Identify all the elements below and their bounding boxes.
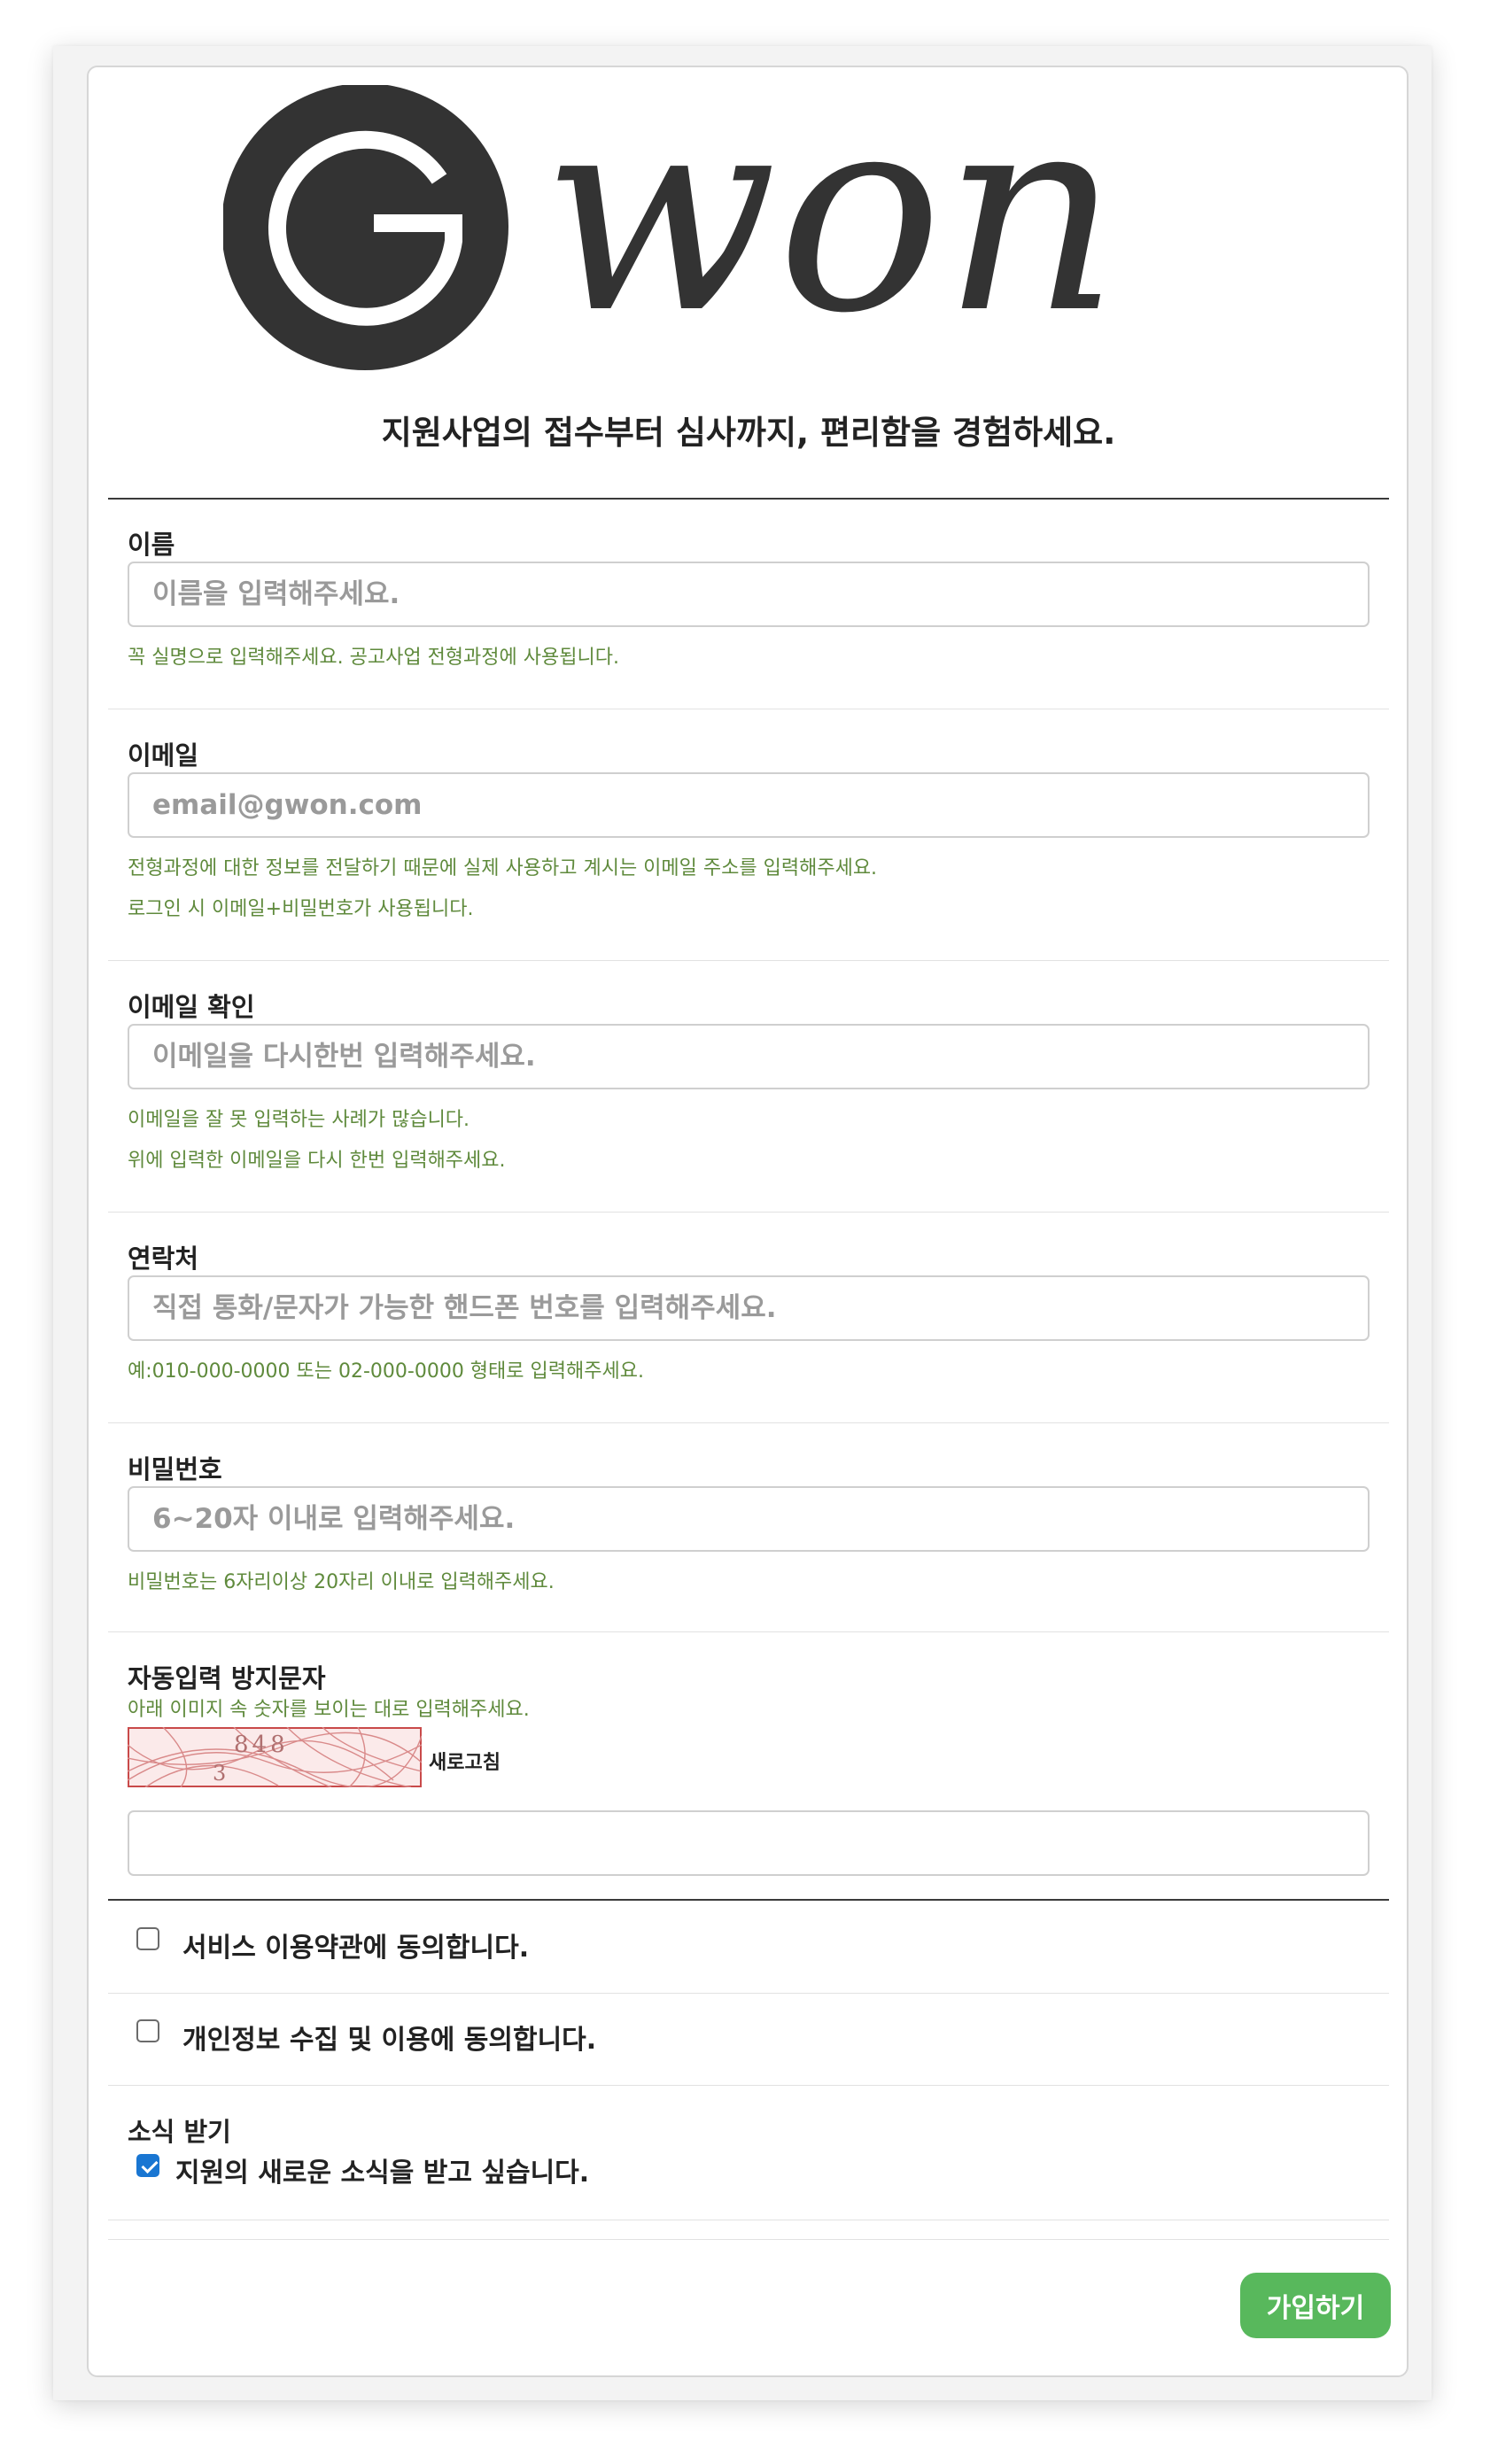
terms-checkbox[interactable] xyxy=(136,1927,159,1950)
captcha-digits: 848 xyxy=(234,1732,289,1758)
captcha-image: 848 3 xyxy=(128,1727,422,1787)
privacy-checkbox[interactable] xyxy=(136,2019,159,2042)
signup-submit-button[interactable]: 가입하기 xyxy=(1240,2273,1391,2338)
header-divider xyxy=(108,498,1389,500)
email-help-1: 전형과정에 대한 정보를 전달하기 때문에 실제 사용하고 계시는 이메일 주소… xyxy=(128,857,878,879)
name-input[interactable] xyxy=(128,562,1370,627)
newsletter-checkbox[interactable] xyxy=(136,2154,159,2177)
section-divider xyxy=(108,1631,1389,1632)
captcha-refresh-button[interactable]: 새로고침 xyxy=(429,1747,501,1775)
section-divider xyxy=(108,2085,1389,2086)
password-help: 비밀번호는 6자리이상 20자리 이내로 입력해주세요. xyxy=(128,1571,555,1593)
phone-input[interactable] xyxy=(128,1275,1370,1341)
email-confirm-help-2: 위에 입력한 이메일을 다시 한번 입력해주세요. xyxy=(128,1150,506,1172)
section-divider xyxy=(108,1422,1389,1423)
captcha-digit-extra: 3 xyxy=(213,1761,226,1786)
newsletter-title: 소식 받기 xyxy=(128,2117,231,2147)
email-label: 이메일 xyxy=(128,740,199,771)
captcha-help: 아래 이미지 속 숫자를 보이는 대로 입력해주세요. xyxy=(128,1699,530,1721)
section-divider xyxy=(108,960,1389,961)
email-input[interactable] xyxy=(128,772,1370,838)
phone-label: 연락처 xyxy=(128,1244,199,1274)
terms-label: 서비스 이용약관에 동의합니다. xyxy=(182,1933,530,1964)
phone-help: 예:010-000-0000 또는 02-000-0000 형태로 입력해주세요… xyxy=(128,1360,644,1383)
section-divider xyxy=(108,2239,1389,2240)
captcha-input[interactable] xyxy=(128,1810,1370,1876)
password-label: 비밀번호 xyxy=(128,1454,222,1484)
email-confirm-input[interactable] xyxy=(128,1024,1370,1089)
privacy-label: 개인정보 수집 및 이용에 동의합니다. xyxy=(182,2025,597,2056)
name-help: 꼭 실명으로 입력해주세요. 공고사업 전형과정에 사용됩니다. xyxy=(128,647,619,669)
logo-circle xyxy=(223,85,508,370)
email-confirm-help-1: 이메일을 잘 못 입력하는 사례가 많습니다. xyxy=(128,1109,470,1131)
section-divider xyxy=(108,1212,1389,1213)
email-help-2: 로그인 시 이메일+비밀번호가 사용됩니다. xyxy=(128,898,474,920)
section-divider xyxy=(108,1993,1389,1994)
gwon-logo: won xyxy=(223,85,1120,374)
tagline: 지원사업의 접수부터 심사까지, 편리함을 경험하세요. xyxy=(381,414,1116,452)
form-bottom-divider xyxy=(108,1899,1389,1901)
email-confirm-label: 이메일 확인 xyxy=(128,992,255,1022)
newsletter-label: 지원의 새로운 소식을 받고 싶습니다. xyxy=(175,2158,590,2189)
password-input[interactable] xyxy=(128,1486,1370,1552)
name-label: 이름 xyxy=(128,530,175,560)
logo-wordmark: won xyxy=(542,85,1120,374)
